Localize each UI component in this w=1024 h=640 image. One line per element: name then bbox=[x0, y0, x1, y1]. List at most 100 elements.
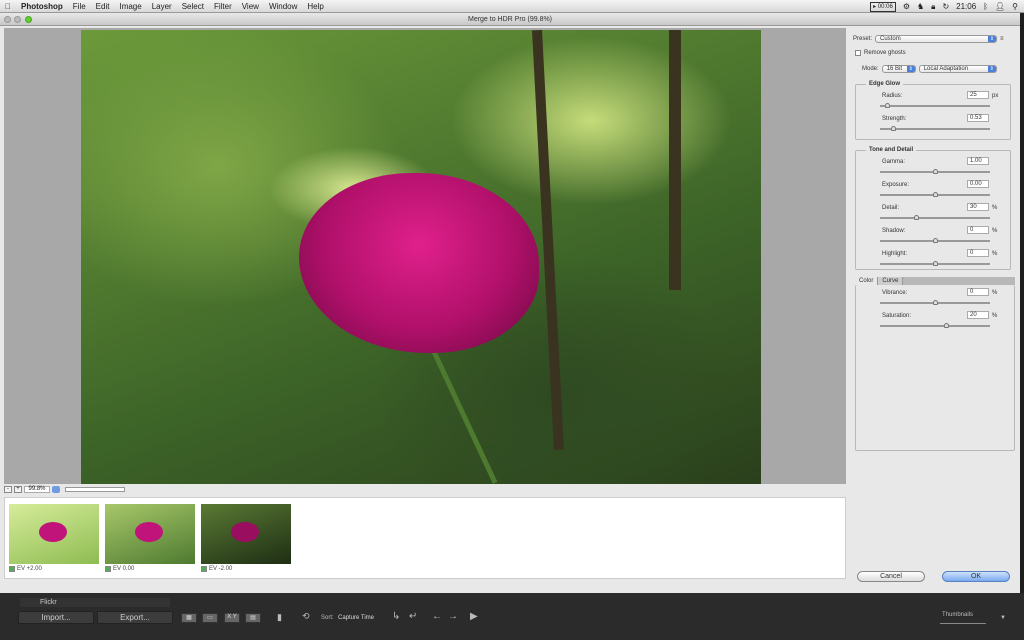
thumbnail-label: EV -2.00 bbox=[209, 566, 233, 572]
exposure-slider[interactable] bbox=[880, 192, 990, 197]
import-button[interactable]: Import... bbox=[18, 611, 94, 624]
zoom-in-button[interactable]: + bbox=[14, 486, 22, 493]
lightroom-background: Flickr Import... Export... ▦ ▭ X Y ▤ ▮ ⟲… bbox=[0, 593, 1024, 640]
window-title: Merge to HDR Pro (99.8%) bbox=[467, 16, 553, 23]
tone-detail-title: Tone and Detail bbox=[866, 147, 917, 153]
rotate-right-icon[interactable]: ↵ bbox=[409, 611, 417, 622]
exposure-label: Exposure: bbox=[882, 182, 910, 188]
exposure-slider-thumb[interactable] bbox=[933, 192, 938, 197]
shadow-slider-thumb[interactable] bbox=[933, 238, 938, 243]
survey-view-icon[interactable]: ▤ bbox=[245, 613, 261, 623]
slideshow-play-icon[interactable]: ▶ bbox=[470, 611, 478, 622]
menu-window[interactable]: Window bbox=[264, 2, 302, 11]
highlight-input[interactable]: 0 bbox=[967, 249, 989, 257]
hdr-dialog: - + 99.8% EV +2.00 EV 0.00 EV -2.00 Pres… bbox=[0, 26, 1020, 593]
user-icon[interactable]: 👤︎ bbox=[995, 2, 1005, 11]
ok-button[interactable]: OK bbox=[942, 571, 1010, 582]
menu-app[interactable]: Photoshop bbox=[16, 2, 68, 11]
mode-label: Mode: bbox=[862, 66, 879, 72]
radius-label: Radius: bbox=[882, 93, 903, 99]
collection-flickr[interactable]: Flickr bbox=[20, 598, 170, 607]
preview-area bbox=[4, 28, 846, 484]
minimize-button[interactable] bbox=[14, 16, 21, 23]
thumbnail-ev-plus2[interactable]: EV +2.00 bbox=[9, 504, 99, 572]
strength-slider[interactable] bbox=[880, 126, 990, 131]
gamma-input[interactable]: 1.00 bbox=[967, 157, 989, 165]
include-checkbox[interactable] bbox=[105, 566, 111, 572]
window-titlebar: Merge to HDR Pro (99.8%) bbox=[0, 13, 1020, 26]
highlight-slider-thumb[interactable] bbox=[933, 261, 938, 266]
menu-filter[interactable]: Filter bbox=[209, 2, 237, 11]
thumbnail-ev-minus2[interactable]: EV -2.00 bbox=[201, 504, 291, 572]
apple-icon[interactable]:  bbox=[0, 2, 16, 11]
settings-panel: Preset: Custom ⇕ ≡ Remove ghosts Mode: 16… bbox=[850, 26, 1018, 593]
include-checkbox[interactable] bbox=[9, 566, 15, 572]
tab-color[interactable]: Color bbox=[855, 277, 879, 285]
exposure-input[interactable]: 0.00 bbox=[967, 180, 989, 188]
thumbnail-ev-0[interactable]: EV 0.00 bbox=[105, 504, 195, 572]
preset-select[interactable]: Custom ⇕ bbox=[875, 35, 998, 43]
menu-edit[interactable]: Edit bbox=[91, 2, 115, 11]
detail-label: Detail: bbox=[882, 205, 900, 211]
next-icon[interactable]: → bbox=[448, 611, 458, 622]
bit-depth-select[interactable]: 16 Bit ⇕ bbox=[881, 65, 916, 73]
radius-slider-thumb[interactable] bbox=[884, 103, 890, 108]
rotate-icon[interactable]: ⟲ bbox=[302, 611, 310, 622]
radius-slider[interactable] bbox=[880, 103, 990, 108]
zoom-button[interactable] bbox=[25, 16, 32, 23]
method-select[interactable]: Local Adaptation ⇕ bbox=[918, 65, 997, 73]
spray-can-icon[interactable]: ▮ bbox=[277, 612, 282, 623]
hdr-preview-image bbox=[81, 30, 761, 484]
tab-curve[interactable]: Curve bbox=[878, 277, 904, 285]
menu-image[interactable]: Image bbox=[114, 2, 146, 11]
thumbnails-label: Thumbnails bbox=[942, 612, 974, 618]
include-checkbox[interactable] bbox=[201, 566, 207, 572]
menu-view[interactable]: View bbox=[237, 2, 264, 11]
rotate-left-icon[interactable]: ↳ bbox=[392, 611, 400, 622]
highlight-unit: % bbox=[992, 251, 998, 257]
sync-icon[interactable]: ↻ bbox=[942, 2, 949, 11]
detail-slider-thumb[interactable] bbox=[914, 215, 920, 220]
horizontal-scrollbar[interactable] bbox=[65, 487, 125, 492]
remove-ghosts-checkbox[interactable] bbox=[855, 50, 861, 56]
evernote-icon[interactable]: ♞ bbox=[917, 2, 924, 11]
detail-input[interactable]: 30 bbox=[967, 203, 989, 211]
recording-indicator[interactable]: ▸ 00:06 bbox=[870, 1, 896, 12]
spotlight-icon[interactable]: ⚲ bbox=[1012, 2, 1018, 11]
status-icon[interactable]: ⚙ bbox=[903, 2, 910, 11]
cancel-button[interactable]: Cancel bbox=[857, 571, 925, 582]
sort-select[interactable]: Capture Time bbox=[338, 615, 374, 621]
gamma-slider[interactable] bbox=[880, 169, 990, 174]
previous-icon[interactable]: ← bbox=[432, 611, 442, 622]
lock-icon[interactable]: 🔒︎ bbox=[931, 2, 935, 12]
compare-view-button[interactable]: X Y bbox=[224, 613, 240, 623]
shadow-input[interactable]: 0 bbox=[967, 226, 989, 234]
highlight-slider[interactable] bbox=[880, 261, 990, 266]
strength-input[interactable]: 0.53 bbox=[967, 114, 989, 122]
highlight-label: Highlight: bbox=[882, 251, 908, 257]
grid-view-icon[interactable]: ▦ bbox=[181, 613, 197, 623]
menu-file[interactable]: File bbox=[68, 2, 91, 11]
close-button[interactable] bbox=[4, 16, 11, 23]
shadow-label: Shadow: bbox=[882, 228, 906, 234]
thumbnail-size-slider[interactable] bbox=[940, 623, 986, 624]
loupe-view-icon[interactable]: ▭ bbox=[202, 613, 218, 623]
gamma-label: Gamma: bbox=[882, 159, 906, 165]
zoom-out-button[interactable]: - bbox=[4, 486, 12, 493]
menu-select[interactable]: Select bbox=[177, 2, 209, 11]
menu-layer[interactable]: Layer bbox=[147, 2, 177, 11]
strength-slider-thumb[interactable] bbox=[891, 126, 897, 131]
preset-menu-icon[interactable]: ≡ bbox=[1000, 36, 1004, 42]
bluetooth-icon[interactable]: ᛒ bbox=[983, 2, 988, 11]
zoom-dropdown[interactable] bbox=[52, 486, 60, 493]
clock[interactable]: 21:06 bbox=[956, 2, 976, 11]
thumbnail-label: EV +2.00 bbox=[17, 566, 42, 572]
shadow-slider[interactable] bbox=[880, 238, 990, 243]
export-button[interactable]: Export... bbox=[97, 611, 173, 624]
gamma-slider-thumb[interactable] bbox=[933, 169, 938, 174]
toolbar-menu-icon[interactable]: ▼ bbox=[1000, 615, 1006, 621]
detail-slider[interactable] bbox=[880, 215, 990, 220]
radius-input[interactable]: 25 bbox=[967, 91, 989, 99]
zoom-value[interactable]: 99.8% bbox=[24, 486, 50, 493]
menu-help[interactable]: Help bbox=[302, 2, 328, 11]
